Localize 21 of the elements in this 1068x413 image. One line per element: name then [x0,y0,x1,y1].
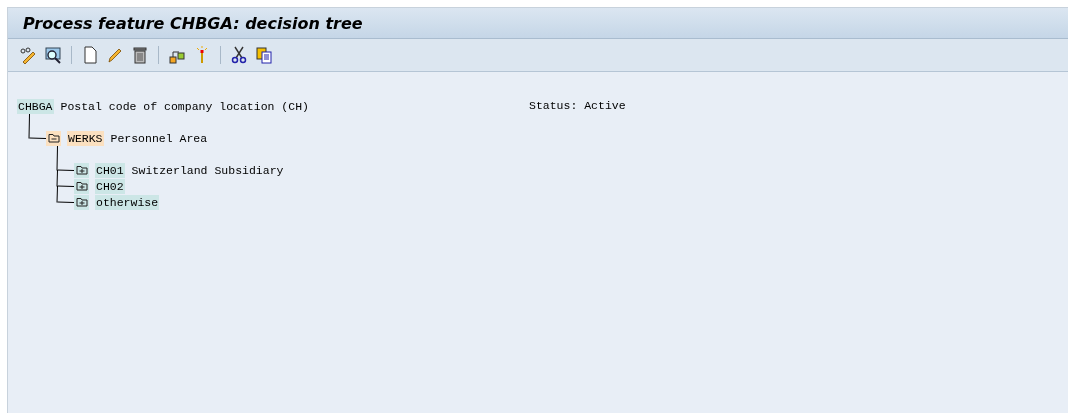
node-label: Switzerland Subsidiary [131,163,284,177]
scissors-icon[interactable] [230,46,248,64]
status-text: Status: Active [529,98,626,114]
display-search-icon[interactable] [44,46,62,64]
node-key[interactable]: CHBGA [17,98,54,114]
expand-folder-icon[interactable] [74,194,89,210]
node-key[interactable]: CH01 [95,162,125,178]
node-label: Postal code of company location (CH) [60,99,309,113]
node-key[interactable]: otherwise [95,194,160,210]
node-key[interactable]: WERKS [67,130,104,146]
window-title: Process feature CHBGA: decision tree [23,13,363,33]
pencil-icon[interactable] [106,46,124,64]
edit-glasses-icon[interactable] [19,46,37,64]
trash-icon[interactable] [131,46,149,64]
expand-folder-icon[interactable] [74,162,89,178]
expand-folder-icon[interactable] [74,178,89,194]
new-page-icon[interactable] [81,46,99,64]
node-key[interactable]: CH02 [95,178,125,194]
node-label: Personnel Area [110,131,208,145]
copy-icon[interactable] [255,46,273,64]
collapse-folder-icon[interactable] [46,130,61,146]
